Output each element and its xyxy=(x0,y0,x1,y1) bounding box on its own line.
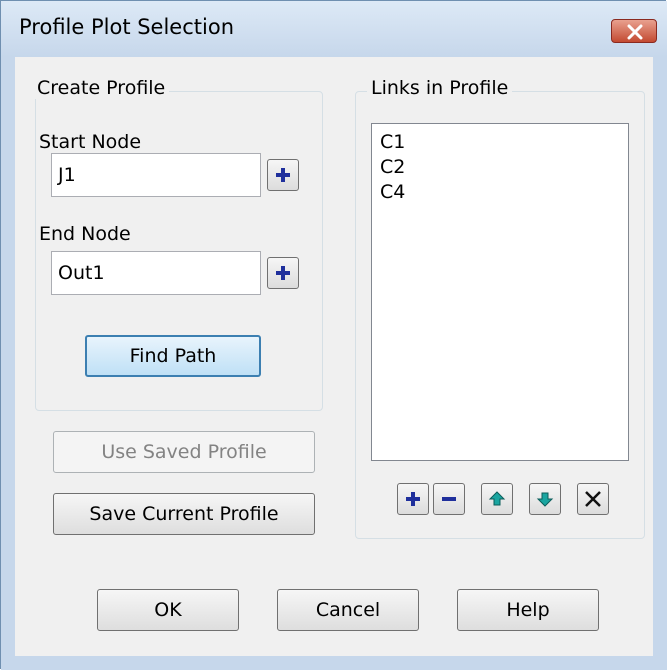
delete-x-icon xyxy=(585,491,601,507)
ok-button[interactable]: OK xyxy=(97,589,239,631)
create-profile-group-label: Create Profile xyxy=(33,77,170,99)
list-item[interactable]: C4 xyxy=(380,180,620,205)
minus-icon xyxy=(442,497,456,501)
close-button[interactable] xyxy=(611,19,657,43)
list-item[interactable]: C2 xyxy=(380,155,620,180)
plus-icon xyxy=(276,266,290,280)
dialog-client-area: Create Profile Start Node J1 End Node Ou… xyxy=(15,57,653,656)
window-frame-right xyxy=(653,57,667,670)
move-down-button[interactable] xyxy=(529,483,561,515)
start-node-field[interactable]: J1 xyxy=(51,153,261,197)
window-frame-bottom xyxy=(1,656,667,670)
add-link-button[interactable] xyxy=(397,483,429,515)
end-node-add-button[interactable] xyxy=(267,257,299,289)
end-node-label: End Node xyxy=(39,223,131,245)
arrow-up-icon xyxy=(488,491,506,506)
move-up-button[interactable] xyxy=(481,483,513,515)
plus-icon xyxy=(406,492,420,506)
start-node-label: Start Node xyxy=(39,131,142,153)
end-node-field[interactable]: Out1 xyxy=(51,251,261,295)
title-bar[interactable]: Profile Plot Selection xyxy=(1,1,667,57)
links-in-profile-group-label: Links in Profile xyxy=(367,77,513,99)
start-node-add-button[interactable] xyxy=(267,159,299,191)
cancel-button[interactable]: Cancel xyxy=(277,589,419,631)
window-title: Profile Plot Selection xyxy=(19,15,235,39)
remove-link-button[interactable] xyxy=(433,483,465,515)
help-button[interactable]: Help xyxy=(457,589,599,631)
close-icon xyxy=(627,24,643,40)
use-saved-profile-button[interactable]: Use Saved Profile xyxy=(53,431,315,473)
plus-icon xyxy=(276,168,290,182)
arrow-down-icon xyxy=(536,492,554,507)
links-listbox[interactable]: C1 C2 C4 xyxy=(371,123,629,461)
window-frame-left xyxy=(1,57,15,670)
dialog-window: Profile Plot Selection Create Profile St… xyxy=(0,0,667,670)
find-path-button[interactable]: Find Path xyxy=(85,335,261,377)
save-current-profile-button[interactable]: Save Current Profile xyxy=(53,493,315,535)
list-item[interactable]: C1 xyxy=(380,130,620,155)
delete-link-button[interactable] xyxy=(577,483,609,515)
